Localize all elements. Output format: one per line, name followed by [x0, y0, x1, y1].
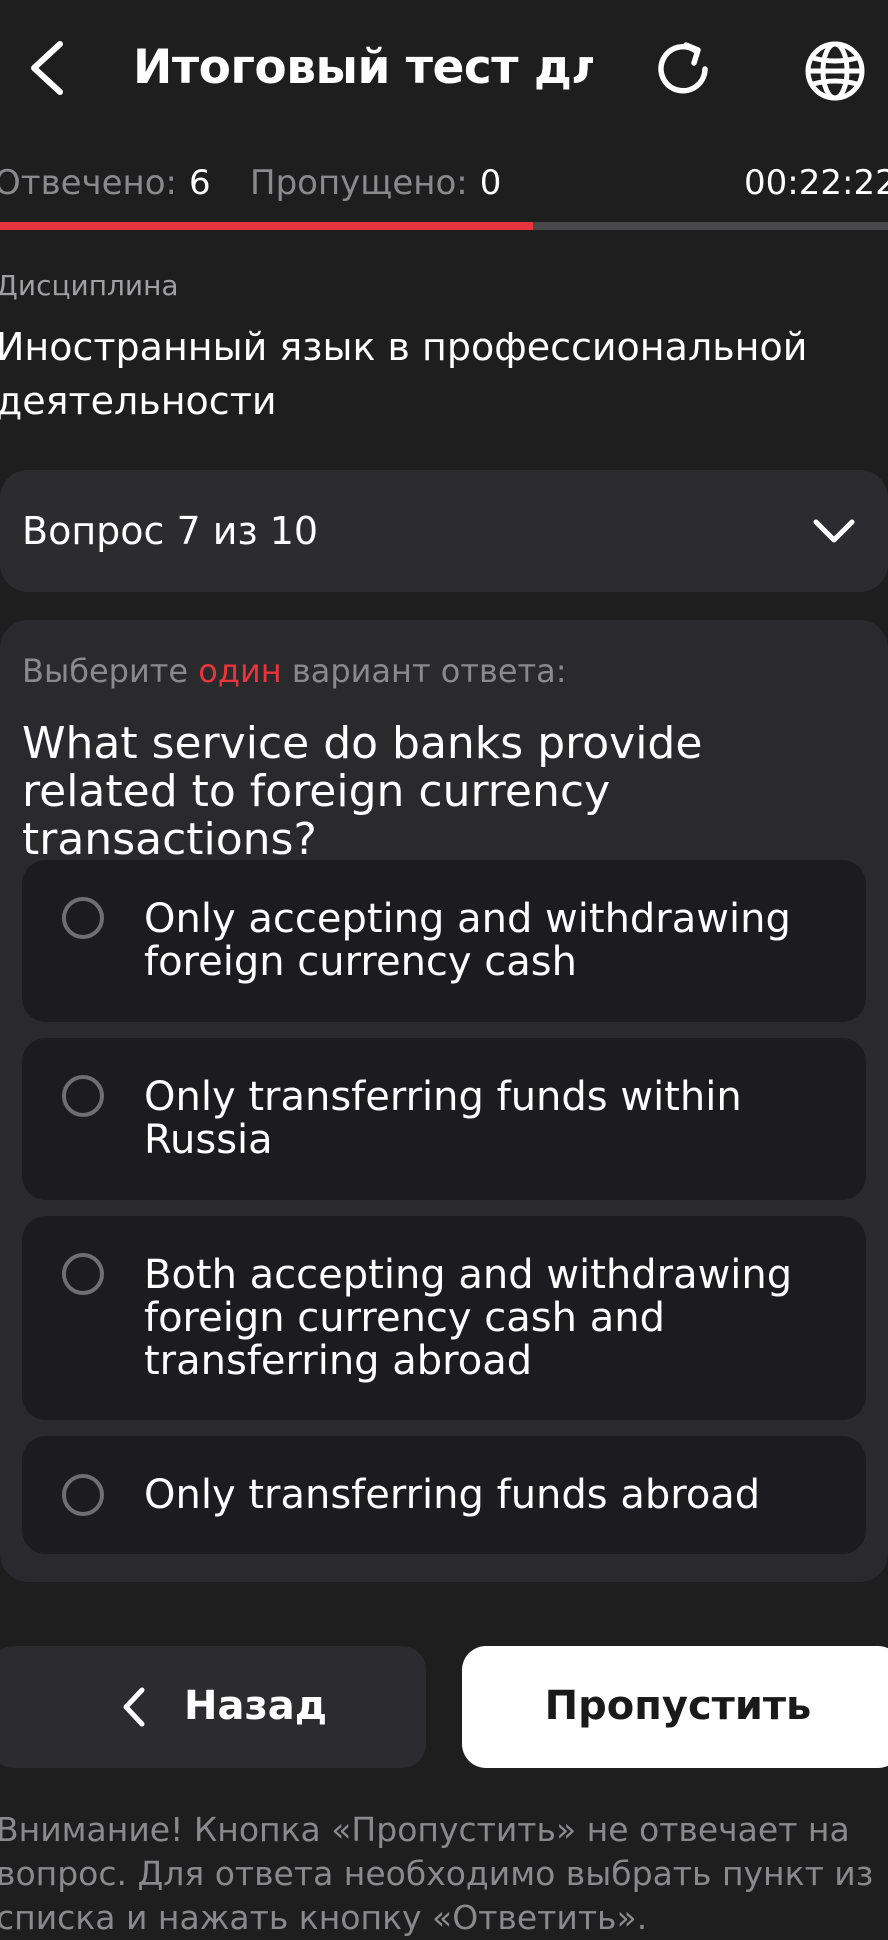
- skipped-label: Пропущено:: [250, 163, 468, 203]
- test-stats: Отвечено: 6 Пропущено: 0 00:22:22: [0, 158, 888, 208]
- timer: 00:22:22: [744, 163, 888, 203]
- globe-icon[interactable]: [800, 36, 870, 106]
- answer-option[interactable]: Only accepting and withdrawing foreign c…: [22, 860, 866, 1022]
- app-header: Итоговый тест дл...: [0, 0, 888, 140]
- answered-label: Отвечено:: [0, 163, 178, 203]
- skip-notice: Внимание! Кнопка «Пропустить» не отвечае…: [0, 1810, 874, 1937]
- progress-bar: [0, 222, 888, 230]
- chevron-left-icon[interactable]: [22, 36, 74, 100]
- answered-count: 6: [189, 163, 211, 203]
- answer-option-text: Only accepting and withdrawing foreign c…: [144, 896, 791, 985]
- progress-fill: [0, 222, 533, 230]
- back-button-label: Назад: [184, 1683, 328, 1729]
- discipline-label: Дисциплина: [0, 269, 179, 302]
- instruction-accent: один: [198, 652, 282, 690]
- answer-option-text: Both accepting and withdrawing foreign c…: [144, 1252, 793, 1384]
- skipped-count: 0: [479, 163, 502, 203]
- radio-button[interactable]: [62, 897, 104, 939]
- answer-option-text: Only transferring funds abroad: [144, 1472, 761, 1518]
- answer-option[interactable]: Both accepting and withdrawing foreign c…: [22, 1216, 866, 1420]
- answered-stat: Отвечено: 6: [0, 158, 211, 208]
- answer-instruction: Выберите один вариант ответа:: [22, 648, 567, 694]
- radio-button[interactable]: [62, 1474, 104, 1516]
- discipline-name: Иностранный язык в профессиональной деят…: [0, 325, 808, 423]
- instruction-start: Выберите: [22, 652, 189, 690]
- question-selector[interactable]: Вопрос 7 из 10: [0, 470, 888, 592]
- back-button[interactable]: Назад: [0, 1646, 426, 1768]
- refresh-icon[interactable]: [650, 36, 716, 102]
- answer-option-text: Only transferring funds within Russia: [144, 1074, 742, 1163]
- page-title: Итоговый тест дл...: [133, 40, 593, 95]
- question-counter: Вопрос 7 из 10: [22, 509, 319, 553]
- question-card: Выберите один вариант ответа: What servi…: [0, 620, 888, 1582]
- instruction-end: вариант ответа:: [291, 652, 567, 690]
- chevron-left-icon: [123, 1687, 145, 1727]
- chevron-down-icon: [813, 519, 855, 543]
- answer-option[interactable]: Only transferring funds within Russia: [22, 1038, 866, 1200]
- skipped-stat: Пропущено: 0: [250, 158, 501, 208]
- skip-button-label: Пропустить: [544, 1683, 812, 1729]
- radio-button[interactable]: [62, 1075, 104, 1117]
- answer-option[interactable]: Only transferring funds abroad: [22, 1436, 866, 1554]
- question-text: What service do banks provide related to…: [22, 718, 703, 865]
- radio-button[interactable]: [62, 1253, 104, 1295]
- skip-button[interactable]: Пропустить: [462, 1646, 888, 1768]
